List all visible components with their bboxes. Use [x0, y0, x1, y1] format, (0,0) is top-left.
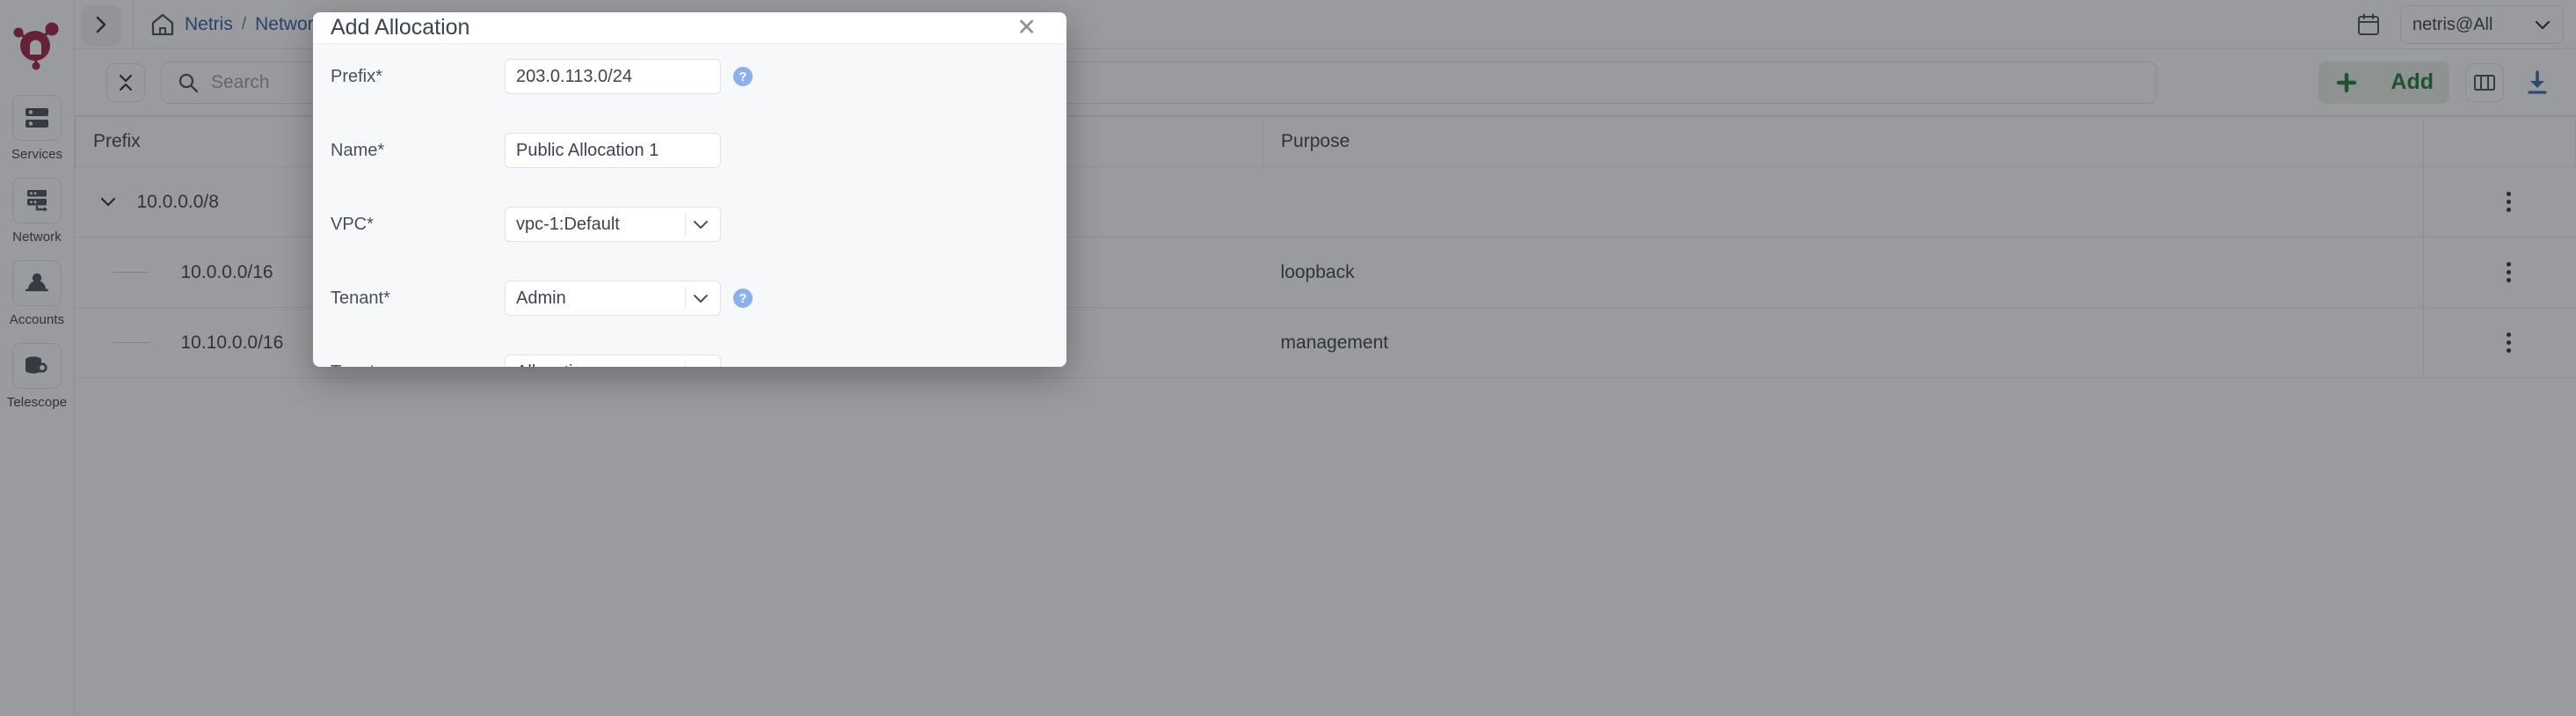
vpc-select-value: vpc-1:Default [516, 214, 620, 234]
row-spacer [313, 169, 1066, 206]
label-vpc: VPC* [331, 214, 374, 234]
dialog-header: Add Allocation ✕ [313, 12, 1066, 44]
help-icon[interactable]: ? [733, 289, 753, 308]
form-row-vpc: VPC* vpc-1:Default [313, 206, 1066, 243]
row-spacer [313, 243, 1066, 280]
chevron-down-icon [694, 295, 708, 303]
dialog-title: Add Allocation [331, 15, 470, 40]
form-row-type: Type* Allocation [313, 354, 1066, 367]
vpc-select[interactable]: vpc-1:Default [505, 207, 721, 242]
add-allocation-dialog: Add Allocation ✕ Prefix* ? Name* [313, 12, 1066, 367]
name-input[interactable] [505, 133, 721, 168]
tenant-select-value: Admin [516, 288, 566, 308]
label-name: Name* [331, 140, 385, 160]
form-row-tenant: Tenant* Admin ? [313, 280, 1066, 317]
prefix-input[interactable] [505, 59, 721, 94]
dialog-body: Prefix* ? Name* VPC* vpc-1:D [313, 44, 1066, 367]
type-select-value: Allocation [516, 362, 593, 368]
row-spacer [313, 317, 1066, 354]
form-row-name: Name* [313, 132, 1066, 169]
type-select[interactable]: Allocation [505, 354, 721, 367]
form-row-prefix: Prefix* ? [313, 58, 1066, 95]
close-icon[interactable]: ✕ [1009, 12, 1044, 43]
label-tenant: Tenant* [331, 288, 390, 308]
label-prefix: Prefix* [331, 66, 382, 86]
chevron-down-icon [694, 221, 708, 229]
app-root: Services Network Accounts Telescope Netr… [0, 0, 2576, 716]
row-spacer [313, 95, 1066, 132]
tenant-select[interactable]: Admin [505, 281, 721, 316]
label-type: Type* [313, 362, 505, 368]
help-icon[interactable]: ? [733, 67, 753, 86]
